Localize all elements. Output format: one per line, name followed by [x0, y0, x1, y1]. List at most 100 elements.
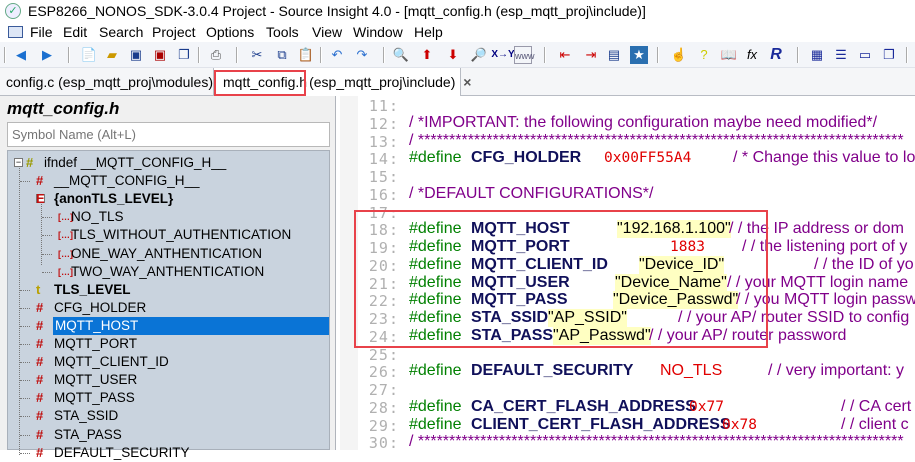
- menu-tools[interactable]: Tools: [266, 22, 299, 42]
- paste-icon[interactable]: 📋: [297, 46, 315, 64]
- symbol-item[interactable]: MQTT_CLIENT_ID: [54, 353, 169, 371]
- symbol-item[interactable]: ifndef __MQTT_CONFIG_H__: [44, 154, 226, 172]
- macro-value: 0x77: [689, 398, 724, 415]
- windows-icon[interactable]: ❐: [880, 46, 898, 64]
- tree-line: [42, 253, 52, 255]
- symbol-item[interactable]: ONE_WAY_ANTHENTICATION: [71, 245, 262, 263]
- symbol-search-input[interactable]: [7, 122, 330, 147]
- tree-line: [20, 307, 30, 309]
- symbol-item[interactable]: {anonTLS_LEVEL}: [54, 190, 173, 208]
- tree-line: [19, 165, 20, 455]
- redo-icon[interactable]: ↷: [353, 46, 371, 64]
- define-icon: #: [36, 299, 44, 315]
- line-number: 15:: [368, 168, 399, 186]
- expand-toggle[interactable]: −: [14, 158, 23, 167]
- menu-options[interactable]: Options: [206, 22, 254, 42]
- layout-icon[interactable]: ▦: [808, 46, 826, 64]
- cut-icon[interactable]: ✂: [248, 46, 266, 64]
- symbol-panel-title: mqtt_config.h: [7, 99, 120, 118]
- menu-bar: File Edit Search Project Options Tools V…: [0, 22, 915, 42]
- close-all-icon[interactable]: ❐: [175, 46, 193, 64]
- symbol-item[interactable]: DEFAULT_SECURITY: [54, 444, 190, 462]
- web-search-icon[interactable]: www: [514, 46, 535, 64]
- symbol-item[interactable]: TLS_WITHOUT_AUTHENTICATION: [71, 226, 291, 244]
- new-file-icon[interactable]: 📄: [80, 46, 98, 64]
- menu-project[interactable]: Project: [152, 22, 196, 42]
- save-icon[interactable]: ▣: [127, 46, 145, 64]
- enum-icon: E: [36, 191, 45, 207]
- jump-down-icon[interactable]: ⬇: [444, 46, 462, 64]
- open-icon[interactable]: ▰: [103, 46, 121, 64]
- copy-icon[interactable]: ⧉: [273, 46, 291, 64]
- tab-label: config.c (esp_mqtt_proj\modules): [6, 74, 213, 90]
- replace-icon[interactable]: X→Y: [490, 46, 516, 64]
- help-icon[interactable]: ?: [695, 46, 713, 64]
- typedef-icon: t: [36, 281, 41, 297]
- prev-ref-icon[interactable]: ⇤: [556, 46, 574, 64]
- text-icon[interactable]: ☰: [832, 46, 850, 64]
- symbol-item[interactable]: MQTT_PORT: [54, 335, 137, 353]
- line-number: 25:: [368, 345, 399, 364]
- comment: / *IMPORTANT: the following configuratio…: [409, 113, 878, 131]
- window-title: ESP8266_NONOS_SDK-3.0.4 Project - Source…: [28, 3, 646, 19]
- menu-icon[interactable]: [8, 26, 23, 38]
- define-icon: #: [26, 155, 34, 170]
- undo-icon[interactable]: ↶: [328, 46, 346, 64]
- app-icon: ✓: [5, 3, 21, 19]
- menu-file[interactable]: File: [30, 22, 53, 42]
- define-icon: #: [36, 354, 44, 370]
- jump-up-icon[interactable]: ⬆: [418, 46, 436, 64]
- print-icon[interactable]: ⎙: [207, 46, 225, 64]
- symbol-tree: − # ifndef __MQTT_CONFIG_H__ # __MQTT_CONFIG…: [7, 150, 330, 460]
- menu-view[interactable]: View: [312, 22, 342, 42]
- menu-window[interactable]: Window: [353, 22, 403, 42]
- context-icon[interactable]: ☝: [670, 46, 688, 64]
- function-icon[interactable]: fx: [743, 46, 761, 64]
- symbol-item[interactable]: TWO_WAY_ANTHENTICATION: [71, 263, 264, 281]
- symbol-item[interactable]: MQTT_HOST: [53, 316, 329, 335]
- symbol-item[interactable]: NO_TLS: [71, 208, 124, 226]
- tab-config-c[interactable]: config.c (esp_mqtt_proj\modules): [6, 68, 213, 96]
- comment: / / very important: y: [768, 362, 905, 380]
- menu-help[interactable]: Help: [414, 22, 443, 42]
- symbol-item[interactable]: __MQTT_CONFIG_H__: [54, 172, 200, 190]
- symbol-panel: mqtt_config.h −#ifndef __MQTT_CONFIG_H__…: [0, 96, 336, 460]
- close-tab-icon[interactable]: ×: [463, 74, 471, 90]
- macro-name: CA_CERT_FLASH_ADDRESS: [471, 397, 696, 415]
- browse-icon[interactable]: ▤: [605, 46, 623, 64]
- back-icon[interactable]: ◀: [12, 46, 30, 64]
- lookup-icon[interactable]: 🔎: [470, 46, 488, 64]
- symbol-item[interactable]: CFG_HOLDER: [54, 299, 146, 317]
- symbol-item[interactable]: STA_SSID: [54, 407, 118, 425]
- symbol-item[interactable]: MQTT_PASS: [54, 389, 135, 407]
- tree-line: [20, 416, 30, 418]
- next-ref-icon[interactable]: ⇥: [582, 46, 600, 64]
- comment: / / the ID of yo: [814, 255, 914, 273]
- panel-icon[interactable]: ▭: [856, 46, 874, 64]
- symbol-item[interactable]: TLS_LEVEL: [54, 281, 131, 299]
- line-number: 13:: [368, 132, 399, 151]
- define-keyword: #define: [409, 397, 462, 415]
- tree-line: [20, 289, 30, 291]
- code-editor[interactable]: 11: 12: 13: 14: 15: 16: 17: 18: 19: 20: 21: 22: 23: 2…: [336, 96, 915, 452]
- line-number: 12:: [368, 114, 399, 133]
- menu-search[interactable]: Search: [99, 22, 143, 42]
- define-keyword: #define: [409, 415, 462, 433]
- tree-line: [42, 217, 52, 219]
- define-icon: #: [36, 173, 44, 189]
- symbol-item[interactable]: MQTT_USER: [54, 371, 137, 389]
- title-bar: ✓ ESP8266_NONOS_SDK-3.0.4 Project - Sour…: [0, 0, 915, 22]
- bookmark-icon[interactable]: ★: [630, 46, 648, 64]
- book-icon[interactable]: 📖: [720, 46, 738, 64]
- relation-icon[interactable]: R: [767, 46, 785, 64]
- symbol-item[interactable]: STA_PASS: [54, 426, 122, 444]
- comment: / *DEFAULT CONFIGURATIONS*/: [409, 184, 654, 202]
- tree-line: [20, 398, 30, 400]
- define-icon: #: [36, 408, 44, 424]
- search-icon[interactable]: 🔍: [392, 46, 410, 64]
- code-highlight-box: [354, 210, 768, 348]
- comment: / **************************************…: [409, 433, 904, 451]
- forward-icon[interactable]: ▶: [38, 46, 56, 64]
- save-all-icon[interactable]: ▣: [151, 46, 169, 64]
- menu-edit[interactable]: Edit: [63, 22, 87, 42]
